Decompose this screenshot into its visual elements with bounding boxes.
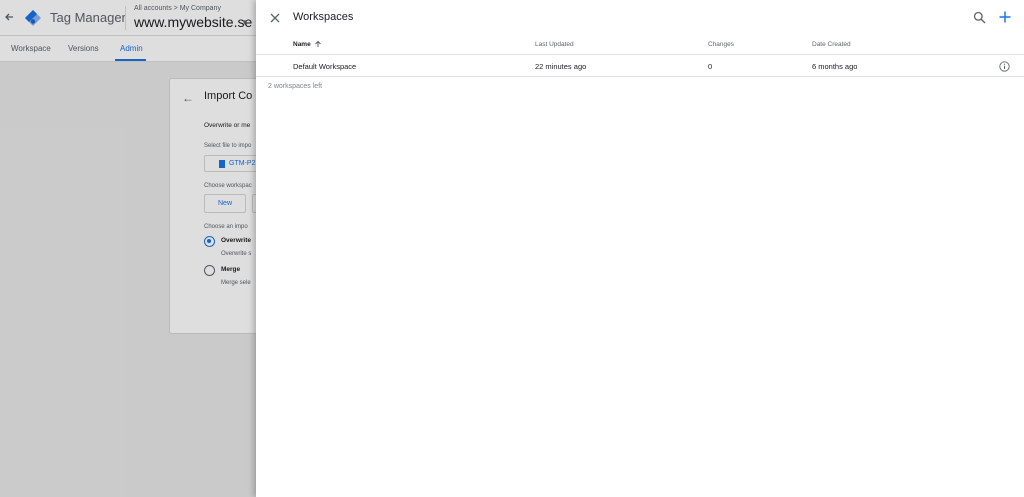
workspace-date-created: 6 months ago — [812, 62, 858, 71]
workspace-changes: 0 — [708, 62, 713, 71]
workspaces-panel: Workspaces Name Last Updated Changes Dat… — [256, 0, 1024, 497]
column-header-date-created[interactable]: Date Created — [812, 41, 851, 48]
close-icon[interactable] — [269, 12, 281, 24]
column-header-name[interactable]: Name — [293, 41, 311, 48]
workspaces-remaining: 2 workspaces left — [268, 83, 323, 90]
panel-title: Workspaces — [293, 11, 354, 23]
workspace-name: Default Workspace — [293, 62, 357, 71]
search-icon[interactable] — [973, 11, 986, 24]
arrow-up-icon[interactable] — [314, 40, 322, 48]
info-icon[interactable] — [999, 61, 1010, 72]
workspace-last-updated: 22 minutes ago — [535, 62, 587, 71]
modal-backdrop[interactable] — [0, 0, 256, 497]
table-header: Name Last Updated Changes Date Created — [256, 35, 1024, 55]
table-row[interactable]: Default Workspace 22 minutes ago 0 6 mon… — [256, 56, 1024, 77]
column-header-last-updated[interactable]: Last Updated — [535, 41, 574, 48]
column-header-changes[interactable]: Changes — [708, 41, 734, 48]
plus-icon[interactable] — [998, 10, 1012, 24]
